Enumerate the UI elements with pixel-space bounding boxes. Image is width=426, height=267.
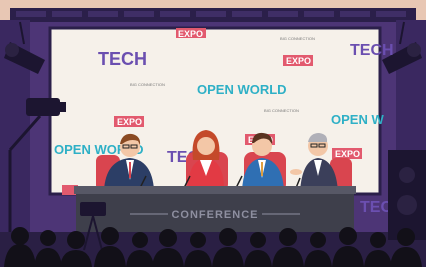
speaker-box-icon xyxy=(388,150,426,240)
tech-logo-1: TECH xyxy=(98,49,147,69)
caption-3: BIG CONNECTION xyxy=(280,36,315,41)
caption-1: BIG CONNECTION xyxy=(130,82,165,87)
expo-badge-5: EXPO xyxy=(335,149,360,159)
conference-banner: CONFERENCE xyxy=(171,209,258,221)
stage-illustration: TECH TECH TECH TECH OPEN WORLD OPEN WORL… xyxy=(0,0,426,267)
expo-badge-3: EXPO xyxy=(117,117,142,127)
tech-logo-2: TECH xyxy=(350,42,394,59)
caption-2: BIG CONNECTION xyxy=(264,108,299,113)
expo-badge-2: EXPO xyxy=(286,56,311,66)
open-world-logo-3: OPEN W xyxy=(331,112,384,127)
conference-stage-scene: TECH TECH TECH TECH OPEN WORLD OPEN WORL… xyxy=(0,0,426,267)
top-truss xyxy=(10,8,416,22)
open-world-logo-1: OPEN WORLD xyxy=(197,82,287,97)
expo-badge-1: EXPO xyxy=(178,29,203,39)
table-top xyxy=(74,186,356,194)
